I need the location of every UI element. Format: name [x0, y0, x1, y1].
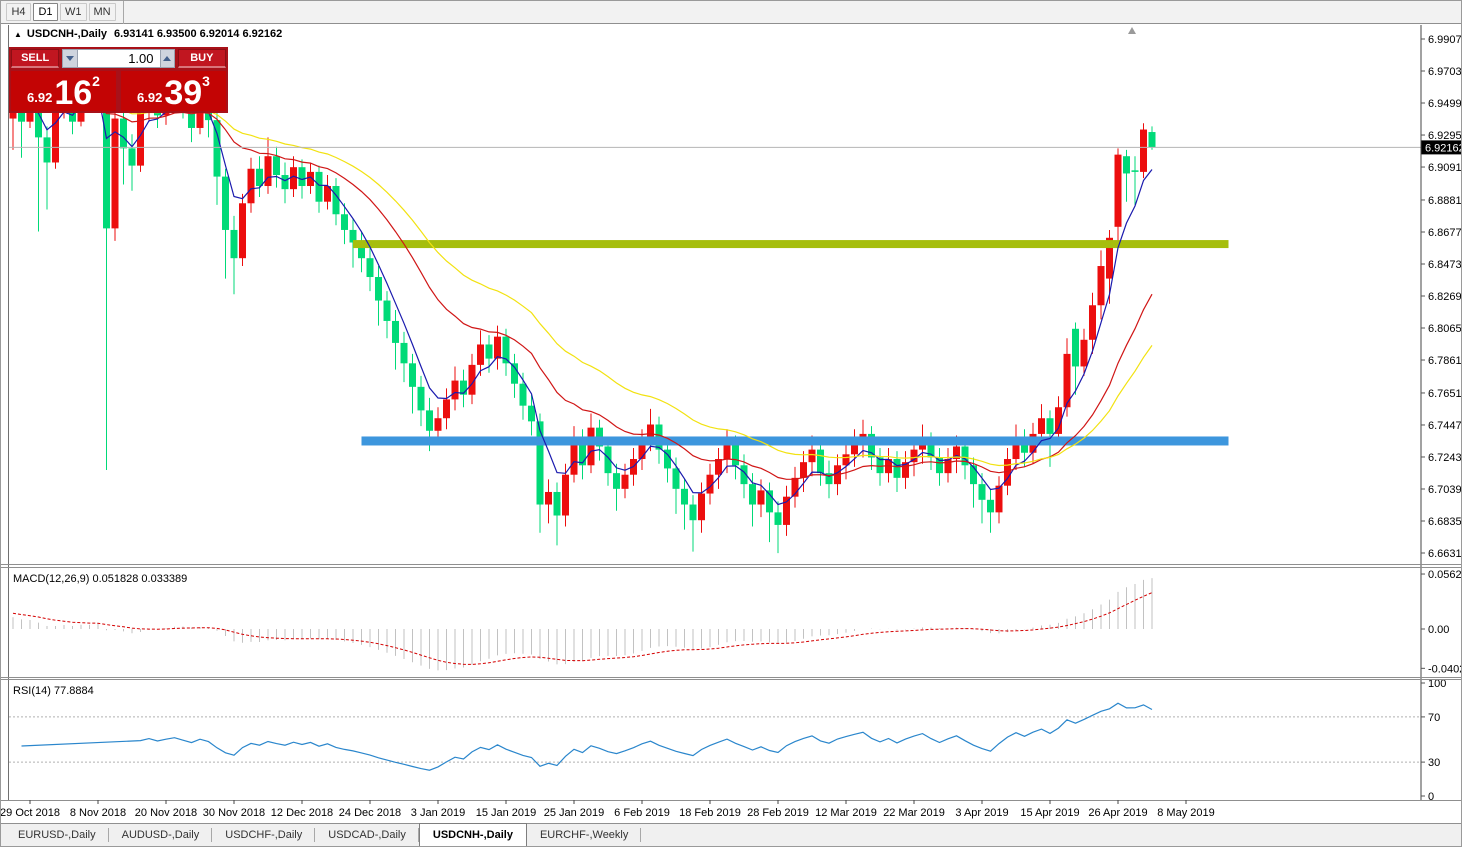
svg-text:6.74470: 6.74470 — [1428, 420, 1462, 432]
chart-symbol-title: USDCNH-,Daily — [26, 28, 107, 40]
svg-text:8 Nov 2018: 8 Nov 2018 — [70, 807, 126, 819]
svg-text:12 Dec 2018: 12 Dec 2018 — [271, 807, 333, 819]
chart-background — [8, 25, 1461, 824]
buy-price-pips: 39 — [164, 74, 203, 112]
svg-text:22 Mar 2019: 22 Mar 2019 — [883, 807, 945, 819]
chart-tab-eurusd-daily[interactable]: EURUSD-,Daily — [5, 824, 109, 846]
svg-text:6.92950: 6.92950 — [1428, 130, 1462, 142]
buy-price-point: 3 — [202, 73, 210, 89]
svg-text:6.80650: 6.80650 — [1428, 323, 1462, 335]
svg-text:3 Apr 2019: 3 Apr 2019 — [955, 807, 1008, 819]
timeframe-button-d1[interactable]: D1 — [33, 3, 58, 21]
timeframe-button-mn[interactable]: MN — [88, 3, 116, 21]
svg-text:6.86770: 6.86770 — [1428, 227, 1462, 239]
chart-tab-usdcnh-daily[interactable]: USDCNH-,Daily — [418, 823, 527, 846]
chart-header: ▲ USDCNH-,Daily 6.93141 6.93500 6.92014 … — [14, 28, 282, 40]
svg-text:6.92162: 6.92162 — [1425, 142, 1462, 154]
svg-text:3 Jan 2019: 3 Jan 2019 — [411, 807, 465, 819]
svg-text:6.88810: 6.88810 — [1428, 195, 1462, 207]
svg-text:29 Oct 2018: 29 Oct 2018 — [1, 807, 60, 819]
timeframe-button-w1[interactable]: W1 — [60, 3, 87, 21]
triangle-down-icon — [65, 56, 74, 61]
mt4-window: 6.921626.990706.970306.949906.929506.909… — [0, 0, 1462, 847]
lot-decrease-button[interactable] — [62, 49, 78, 68]
chart-collapse-icon[interactable]: ▲ — [14, 30, 22, 39]
svg-text:6.72430: 6.72430 — [1428, 452, 1462, 464]
chart-tab-bar: EURUSD-,Daily AUDUSD-,Daily USDCHF-,Daily U… — [1, 823, 1461, 846]
svg-text:0: 0 — [1428, 791, 1434, 803]
svg-text:25 Jan 2019: 25 Jan 2019 — [544, 807, 605, 819]
buy-price-handle: 6.92 — [137, 90, 163, 105]
svg-text:6.78610: 6.78610 — [1428, 355, 1462, 367]
one-click-trading-panel: SELL BUY 6.92 16 2 6.92 39 3 — [9, 47, 228, 113]
toolbar-separator — [122, 1, 124, 24]
sell-price-handle: 6.92 — [27, 90, 53, 105]
svg-text:70: 70 — [1428, 712, 1440, 724]
svg-text:28 Feb 2019: 28 Feb 2019 — [747, 807, 809, 819]
svg-text:6.76510: 6.76510 — [1428, 388, 1462, 400]
svg-text:6.90910: 6.90910 — [1428, 162, 1462, 174]
svg-text:-0.040218: -0.040218 — [1428, 663, 1462, 675]
sell-price-display[interactable]: 6.92 16 2 — [11, 71, 116, 111]
svg-text:6.99070: 6.99070 — [1428, 34, 1462, 46]
svg-text:15 Apr 2019: 15 Apr 2019 — [1020, 807, 1079, 819]
rsi-indicator-label: RSI(14) 77.8884 — [13, 685, 94, 697]
chart-tab-usdcad-daily[interactable]: USDCAD-,Daily — [315, 824, 419, 846]
chart-ohlc-values: 6.93141 6.93500 6.92014 6.92162 — [114, 28, 283, 40]
svg-text:0.00: 0.00 — [1428, 624, 1449, 636]
svg-text:24 Dec 2018: 24 Dec 2018 — [339, 807, 401, 819]
svg-text:8 May 2019: 8 May 2019 — [1157, 807, 1214, 819]
buy-button[interactable]: BUY — [177, 49, 226, 68]
support-line[interactable] — [361, 436, 1229, 446]
resistance-line[interactable] — [353, 240, 1229, 249]
chart-tab-eurchf-weekly[interactable]: EURCHF-,Weekly — [527, 824, 642, 846]
sell-price-point: 2 — [92, 73, 100, 89]
svg-text:30: 30 — [1428, 757, 1440, 769]
svg-text:6.68350: 6.68350 — [1428, 516, 1462, 528]
timeframe-toolbar: H4 D1 W1 MN — [1, 1, 1461, 24]
svg-text:6.97030: 6.97030 — [1428, 66, 1462, 78]
svg-text:6.82690: 6.82690 — [1428, 291, 1462, 303]
svg-text:20 Nov 2018: 20 Nov 2018 — [135, 807, 197, 819]
lot-increase-button[interactable] — [159, 49, 175, 68]
sell-button[interactable]: SELL — [11, 49, 60, 68]
chart-tab-audusd-daily[interactable]: AUDUSD-,Daily — [109, 824, 213, 846]
timeframe-button-h4[interactable]: H4 — [6, 3, 31, 21]
svg-text:6.94990: 6.94990 — [1428, 98, 1462, 110]
macd-indicator-label: MACD(12,26,9) 0.051828 0.033389 — [13, 573, 188, 585]
svg-text:0.056211: 0.056211 — [1428, 569, 1462, 581]
svg-text:6.66310: 6.66310 — [1428, 548, 1462, 560]
sell-price-pips: 16 — [54, 74, 93, 112]
svg-text:26 Apr 2019: 26 Apr 2019 — [1088, 807, 1147, 819]
lot-size-input[interactable] — [77, 49, 160, 68]
svg-text:30 Nov 2018: 30 Nov 2018 — [203, 807, 265, 819]
svg-text:6.84730: 6.84730 — [1428, 259, 1462, 271]
triangle-up-icon — [163, 56, 172, 61]
chart-canvas[interactable]: 6.921626.990706.970306.949906.929506.909… — [1, 1, 1462, 847]
svg-text:15 Jan 2019: 15 Jan 2019 — [476, 807, 537, 819]
svg-text:18 Feb 2019: 18 Feb 2019 — [679, 807, 741, 819]
svg-text:6.70390: 6.70390 — [1428, 484, 1462, 496]
svg-text:12 Mar 2019: 12 Mar 2019 — [815, 807, 877, 819]
chart-tab-usdchf-daily[interactable]: USDCHF-,Daily — [212, 824, 316, 846]
svg-text:6 Feb 2019: 6 Feb 2019 — [614, 807, 670, 819]
buy-price-display[interactable]: 6.92 39 3 — [121, 71, 226, 111]
